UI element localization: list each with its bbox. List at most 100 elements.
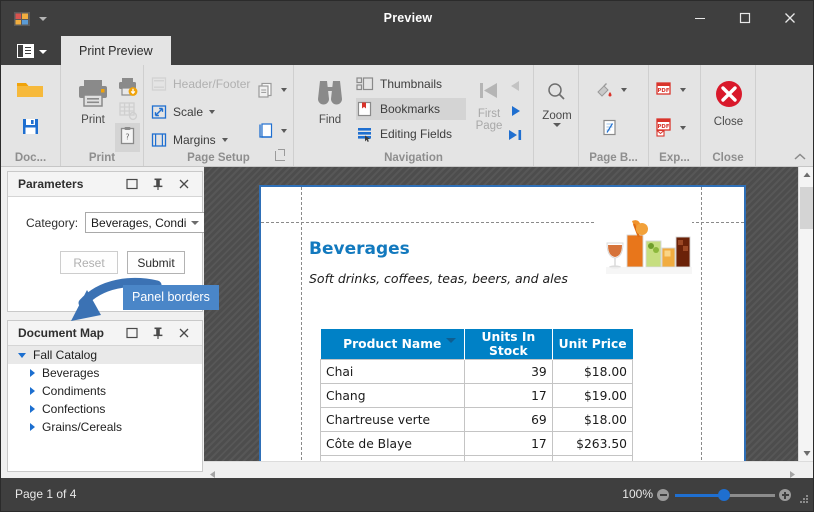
document-map-close-button[interactable] — [176, 325, 192, 341]
print-button-label: Print — [81, 114, 105, 126]
scale-label: Scale — [173, 105, 204, 119]
tree-node-label: Fall Catalog — [33, 348, 98, 362]
column-header-units-in-stock[interactable]: Units In Stock — [463, 329, 553, 360]
chevron-right-icon[interactable] — [30, 369, 35, 377]
fill-color-button[interactable] — [595, 79, 627, 101]
find-button[interactable]: Find — [304, 77, 356, 126]
application-menu-button[interactable] — [11, 39, 55, 63]
document-map-pin-button[interactable] — [150, 325, 166, 341]
sort-descending-icon[interactable] — [445, 338, 456, 343]
tree-node-grains-cereals[interactable]: Grains/Cereals — [8, 418, 202, 436]
status-bar: Page 1 of 4 100% — [1, 478, 813, 511]
thumbnails-label: Thumbnails — [380, 77, 443, 91]
document-map-float-button[interactable] — [124, 325, 140, 341]
zoom-slider-handle[interactable] — [718, 489, 730, 501]
chevron-down-icon[interactable] — [680, 126, 686, 130]
close-preview-label: Close — [713, 116, 744, 128]
close-preview-button[interactable]: Close — [706, 79, 751, 128]
open-button[interactable] — [15, 79, 45, 106]
chevron-down-icon[interactable] — [18, 352, 26, 358]
parameters-pin-button[interactable] — [150, 176, 166, 192]
paper-size-icon — [259, 123, 273, 138]
chevron-down-icon[interactable] — [553, 123, 561, 127]
horizontal-scrollbar[interactable] — [204, 461, 813, 478]
chevron-down-icon[interactable] — [281, 88, 287, 92]
export-pdf-icon: PDF — [656, 82, 671, 95]
binoculars-find-icon — [318, 81, 342, 105]
bookmarks-button[interactable]: Bookmarks — [356, 98, 466, 120]
editing-fields-button[interactable]: Editing Fields — [356, 123, 466, 145]
chevron-down-icon[interactable] — [191, 221, 200, 225]
export-pdf-button[interactable]: PDF — [654, 79, 686, 101]
scroll-down-button[interactable] — [799, 445, 813, 462]
header-footer-button[interactable]: Header/Footer — [151, 73, 250, 95]
print-button[interactable]: Print — [69, 77, 117, 126]
vertical-scrollbar-thumb[interactable] — [800, 187, 813, 229]
watermark-icon — [603, 119, 616, 136]
previous-page-icon — [511, 81, 519, 91]
chevron-down-icon[interactable] — [680, 88, 686, 92]
thumbnails-button[interactable]: Thumbnails — [356, 73, 466, 95]
vertical-scrollbar[interactable] — [798, 167, 813, 462]
cell-product-name: Chang — [320, 383, 465, 408]
zoom-out-button[interactable] — [657, 489, 669, 501]
paper-size-button[interactable] — [257, 120, 287, 142]
first-page-button[interactable]: First Page — [469, 79, 509, 132]
previous-page-button[interactable] — [507, 78, 525, 99]
page-setup-dialog-button[interactable]: ? — [115, 123, 140, 152]
tree-node-confections[interactable]: Confections — [8, 400, 202, 418]
zoom-in-button[interactable] — [779, 489, 791, 501]
column-header-product-name[interactable]: Product Name — [320, 329, 465, 360]
ribbon-collapse-button[interactable] — [793, 150, 807, 162]
chevron-right-icon[interactable] — [30, 405, 35, 413]
document-viewer: Beverages Soft drinks, coffees, teas, be… — [204, 167, 813, 478]
chevron-down-icon[interactable] — [621, 88, 627, 92]
watermark-button[interactable] — [601, 117, 619, 139]
right-margin-guide — [701, 187, 702, 475]
minimize-button[interactable] — [678, 1, 723, 34]
maximize-icon — [739, 12, 751, 24]
parameters-float-button[interactable] — [124, 176, 140, 192]
chevron-down-icon[interactable] — [281, 129, 287, 133]
orientation-button[interactable] — [257, 79, 287, 101]
scroll-up-button[interactable] — [799, 167, 813, 184]
chevron-right-icon[interactable] — [30, 423, 35, 431]
submit-button[interactable]: Submit — [127, 251, 185, 274]
tab-print-preview[interactable]: Print Preview — [61, 36, 171, 65]
margins-icon — [151, 133, 167, 147]
next-page-button[interactable] — [507, 103, 525, 124]
document-map-panel-title: Document Map — [18, 326, 105, 340]
tree-node-condiments[interactable]: Condiments — [8, 382, 202, 400]
find-button-label: Find — [318, 114, 342, 126]
chevron-right-icon[interactable] — [30, 387, 35, 395]
quick-print-button[interactable] — [117, 77, 139, 102]
left-dock-panel-container: Parameters Category: Beverages, Condi Re… — [1, 167, 208, 478]
last-page-button[interactable] — [505, 127, 527, 148]
parameters-close-button[interactable] — [176, 176, 192, 192]
column-header-unit-price[interactable]: Unit Price — [551, 329, 633, 360]
table-row: Chartreuse verte 69 $18.00 — [320, 407, 634, 432]
cell-unit-price: $263.50 — [551, 431, 634, 456]
ribbon-group-page-setup-label: Page Setup — [187, 152, 250, 164]
email-pdf-button[interactable]: PDF — [654, 117, 686, 139]
zoom-button[interactable]: Zoom — [537, 81, 577, 127]
ribbon-group-export-label: Exp... — [659, 152, 690, 164]
save-button[interactable] — [15, 115, 45, 142]
chevron-down-icon[interactable] — [209, 110, 216, 114]
tree-node-beverages[interactable]: Beverages — [8, 364, 202, 382]
bookmarks-label: Bookmarks — [380, 102, 441, 116]
ribbon-group-page-background: Page B... — [579, 65, 649, 166]
close-window-button[interactable] — [768, 1, 813, 34]
scale-button[interactable]: Scale — [151, 101, 216, 123]
category-combobox[interactable]: Beverages, Condi — [85, 212, 208, 233]
ribbon-group-navigation: Find Thumbnails Bookmarks Editing Fields… — [294, 65, 534, 166]
tree-node-label: Confections — [42, 402, 106, 416]
reset-button[interactable]: Reset — [60, 251, 118, 274]
tree-node-fall-catalog[interactable]: Fall Catalog — [8, 346, 202, 364]
maximize-button[interactable] — [723, 1, 768, 34]
orientation-icon — [258, 82, 272, 98]
resize-grip-icon[interactable] — [800, 495, 810, 505]
svg-text:PDF: PDF — [658, 88, 670, 94]
chevron-down-icon[interactable] — [221, 138, 228, 142]
margins-button[interactable]: Margins — [151, 129, 228, 151]
